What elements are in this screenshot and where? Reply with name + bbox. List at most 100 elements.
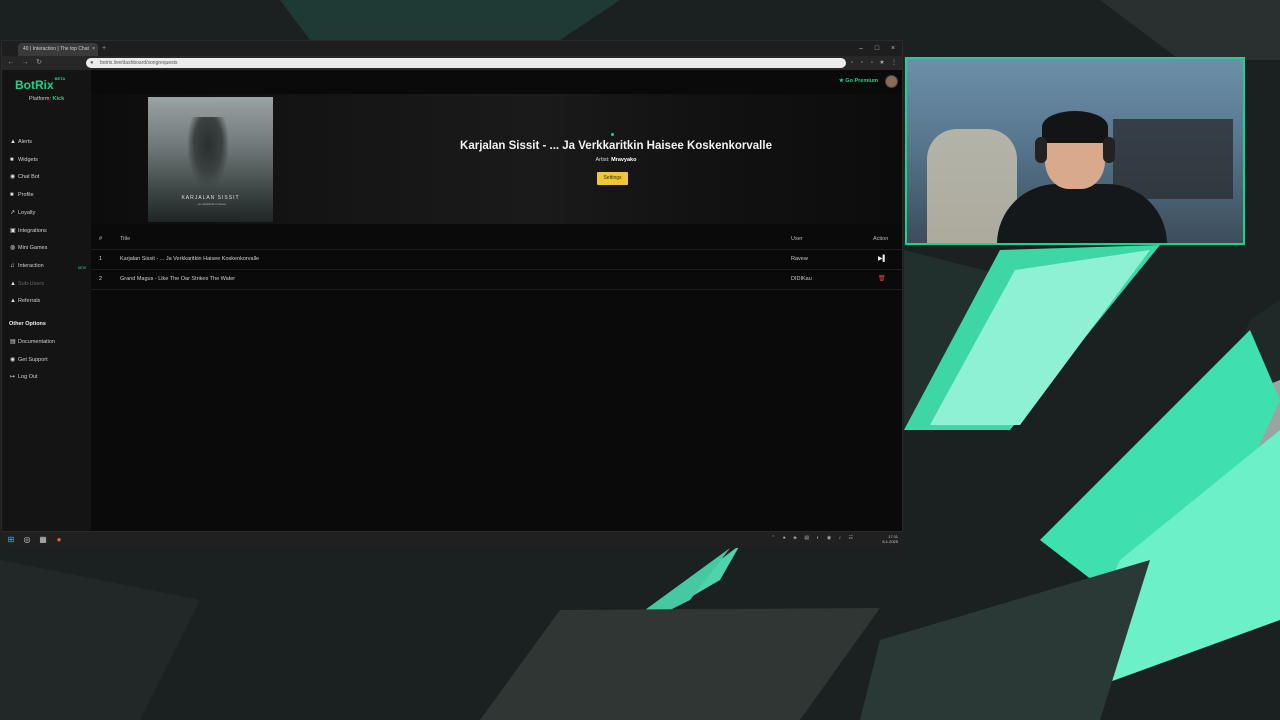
column-header-number: # [99,236,103,242]
support-icon: ◉ [10,356,16,363]
sidebar-item-label: Referrals [18,298,41,305]
column-header-title: Title [120,236,131,242]
trash-icon[interactable]: 🗑 [878,270,886,289]
sidebar-item-log-out[interactable]: ↦ Log Out [10,371,88,383]
back-icon[interactable]: ← [6,57,16,69]
bell-icon: ▲ [10,139,16,145]
sidebar-item-label: Integrations [18,227,47,234]
referrals-icon: ▲ [10,298,16,305]
sidebar-item-get-support[interactable]: ◉ Get Support [10,354,88,366]
play-icon[interactable]: ▶▌ [878,250,887,269]
webcam-beanie [1042,111,1108,143]
row-title: Karjalan Sissit - ... Ja Verkkaritkin Ha… [120,256,260,262]
windows-start-icon[interactable]: ⊞ [6,534,16,545]
minimize-button[interactable]: – [854,43,868,54]
sidebar-item-documentation[interactable]: ▤ Documentation [10,336,88,348]
sidebar-item-label: Interaction [18,262,44,269]
row-user: DIDIKau [791,276,812,282]
sidebar-item-sub-users[interactable]: ▲ Sub-Users [10,278,88,290]
sidebar-item-label: Mini Games [18,245,48,252]
browser-icon[interactable]: ● [54,534,64,545]
settings-button[interactable]: Settings [597,172,628,185]
tab-close-icon[interactable]: × [92,43,95,56]
now-playing-artist: Artist: Mravyako [351,157,881,163]
artist-label: Artist: [595,157,610,163]
sidebar-item-referrals[interactable]: ▲ Referrals [10,295,88,307]
botrix-page: BotRixBETA Platform: Kick ▲ Alerts ■ Widget… [2,70,902,531]
loyalty-icon: ↗ [10,209,16,216]
sidebar-item-profile[interactable]: ■ Profile [10,189,88,201]
sidebar-item-chat-bot[interactable]: ◉ Chat Bot [10,171,88,183]
reload-icon[interactable]: ↻ [34,57,44,69]
maximize-button[interactable]: □ [870,43,884,54]
log-out-icon: ↦ [10,374,16,380]
sidebar-item-integrations[interactable]: ▣ Integrations [10,225,88,237]
extension-icon[interactable]: ▫ [858,58,866,68]
botrix-logo[interactable]: BotRixBETA [15,76,66,92]
app-icon[interactable]: ▦ [38,534,48,545]
sidebar-item-label: Documentation [18,339,55,345]
close-window-button[interactable]: × [886,43,900,54]
menu-icon[interactable]: ⋮ [890,58,898,68]
sidebar-item-label: Profile [18,192,34,199]
sidebar-item-loyalty[interactable]: ↗ Loyalty [10,207,88,219]
artist-name: Mravyako [611,157,637,163]
platform-label: Platform: [29,96,52,102]
sidebar-item-mini-games[interactable]: ◍ Mini Games [10,242,88,254]
sidebar-item-interaction[interactable]: ♫ Interaction NEW [10,260,88,272]
browser-window: 40 | Interaction | The top Chat × + – □ … [2,41,902,531]
browser-tab[interactable]: 40 | Interaction | The top Chat × [18,43,98,56]
sidebar-item-label: Alerts [18,139,33,145]
table-header: # Title User Action [91,230,902,250]
browser-toolbar: ← → ↻ ● botrix.live/dashboard/songreques… [2,56,902,70]
song-queue-table: # Title User Action 1 Karjalan Sissit - .… [91,230,902,290]
sub-users-icon: ▲ [10,280,16,287]
column-header-action: Action [873,236,889,242]
address-bar[interactable]: ● botrix.live/dashboard/songrequests [86,58,846,68]
go-premium-button[interactable]: ★ Go Premium [839,78,878,84]
column-header-user: User [791,236,803,242]
forward-icon[interactable]: → [20,57,30,69]
logo-badge: BETA [54,76,66,81]
table-row: 1 Karjalan Sissit - ... Ja Verkkaritkin H… [91,250,902,270]
profile-icon: ■ [10,192,14,199]
browser-titlebar: 40 | Interaction | The top Chat × + – □ … [2,41,902,56]
sidebar-item-label: Get Support [18,356,48,363]
mini-games-icon: ◍ [10,245,16,252]
extension-icon[interactable]: ▫ [868,58,876,68]
platform-value: Kick [52,96,65,102]
row-title: Grand Magus - Like The Oar Strikes The W… [120,276,236,282]
sidebar-item-label: Chat Bot [18,174,40,181]
sidebar: BotRixBETA Platform: Kick ▲ Alerts ■ Widget… [2,70,91,531]
clock[interactable]: 17:11 8.1.2025 [882,534,898,544]
obs-icon[interactable]: ◎ [22,534,32,545]
taskbar: ⊞ ◎ ▦ ● ⌃ ● ◈ ▤ ◐ ◉ ♪ ☷ 17:11 8.1.2025 [2,531,902,548]
sidebar-item-widgets[interactable]: ■ Widgets [10,154,88,166]
sidebar-item-label: Loyalty [18,209,36,216]
documentation-icon: ▤ [10,339,16,345]
new-tab-button[interactable]: + [102,43,106,54]
album-cover: KARJALAN SISSIT ... ja verkkaritkin hais… [148,97,273,222]
now-playing-title: Karjalan Sissit - ... Ja Verkkaritkin Ha… [460,140,772,152]
tab-title: 40 | Interaction | The top Chat [23,46,89,52]
avatar[interactable] [885,75,898,88]
other-options-heading: Other Options [9,321,46,327]
sidebar-item-alerts[interactable]: ▲ Alerts [10,136,88,148]
headset-icon [1103,137,1115,163]
widgets-icon: ■ [10,156,14,163]
sidebar-item-label: Log Out [18,374,38,380]
music-icon: ♫ [10,262,15,269]
playing-indicator [611,133,614,136]
bookmark-star-icon[interactable]: ★ [878,58,886,68]
address-bar-url: botrix.live/dashboard/songrequests [100,60,178,66]
cover-subtitle: ... ja verkkaritkin haisee [194,202,227,206]
clock-date: 8.1.2025 [882,539,898,544]
now-playing-hero: KARJALAN SISSIT ... ja verkkaritkin hais… [91,94,902,224]
logo-text: BotRix [15,78,54,92]
sidebar-item-label: Sub-Users [18,280,44,287]
lock-icon: ● [90,60,94,66]
webcam-shelf [1113,119,1233,199]
system-tray[interactable]: ⌃ ● ◈ ▤ ◐ ◉ ♪ ☷ [771,535,856,541]
row-number: 1 [99,256,103,262]
extension-icon[interactable]: ▫ [848,58,856,68]
